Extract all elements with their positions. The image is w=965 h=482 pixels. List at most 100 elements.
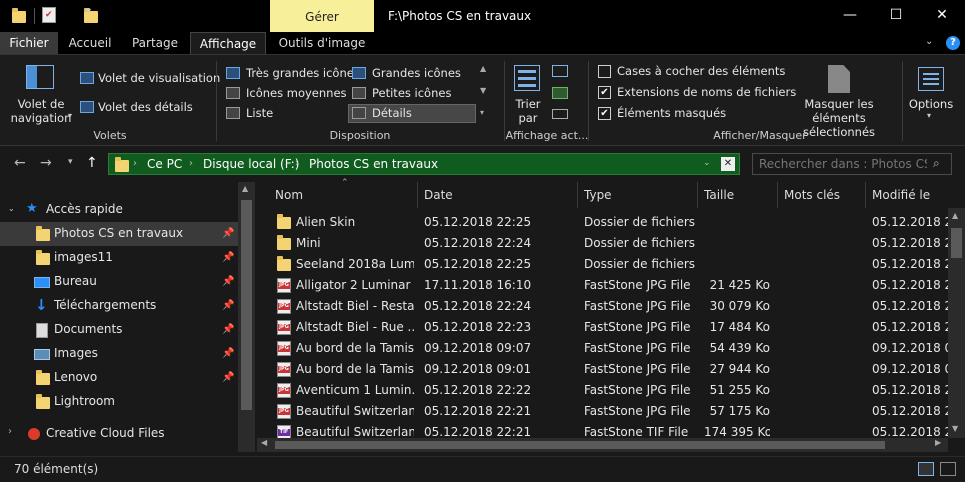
scroll-down-icon[interactable]: ▼ xyxy=(480,86,486,95)
scrollbar-thumb[interactable] xyxy=(241,200,252,410)
large-icons-view-toggle-icon[interactable] xyxy=(940,462,956,476)
breadcrumb-this-pc[interactable]: Ce PC xyxy=(147,157,182,171)
layout-list[interactable]: Liste xyxy=(246,106,273,120)
navigation-pane-button[interactable]: Volet de navigation xyxy=(8,97,74,125)
pin-icon[interactable]: 📌 xyxy=(222,372,234,383)
file-name[interactable]: Altstadt Biel - Rue ... xyxy=(296,320,414,334)
column-divider[interactable] xyxy=(697,182,698,208)
search-input[interactable] xyxy=(759,156,927,172)
table-row[interactable]: Mini 05.12.2018 22:24 Dossier de fichiers 0… xyxy=(257,233,948,254)
scroll-up-icon[interactable]: ▲ xyxy=(242,184,248,193)
column-header-type[interactable]: Type xyxy=(584,182,612,208)
nav-item-photos-cs[interactable]: Photos CS en travaux 📌 xyxy=(0,222,238,246)
column-divider[interactable] xyxy=(577,182,578,208)
tab-home[interactable]: Accueil xyxy=(62,32,118,54)
table-row[interactable]: Altstadt Biel - Rue ... 05.12.2018 22:23 F… xyxy=(257,317,948,338)
tab-share[interactable]: Partage xyxy=(126,32,184,54)
size-columns-icon[interactable] xyxy=(552,109,568,119)
help-icon[interactable]: ? xyxy=(946,36,960,50)
tab-file[interactable]: Fichier xyxy=(0,32,58,54)
recent-locations-icon[interactable]: ▾ xyxy=(68,157,73,167)
add-columns-icon[interactable] xyxy=(552,87,568,99)
file-name[interactable]: Altstadt Biel - Resta... xyxy=(296,299,414,313)
scroll-up-icon[interactable]: ▲ xyxy=(952,211,958,220)
file-name[interactable]: Au bord de la Tamis... xyxy=(296,362,414,376)
minimize-button[interactable]: — xyxy=(827,0,873,32)
layout-medium-icons[interactable]: Icônes moyennes xyxy=(246,86,347,100)
customize-quick-access-icon[interactable]: ▾ xyxy=(86,6,91,22)
file-list-horizontal-scrollbar[interactable]: ◀ ▶ xyxy=(257,438,948,452)
nav-item-lightroom[interactable]: Lightroom xyxy=(0,390,238,414)
file-extensions-checkbox[interactable]: ✔ xyxy=(598,86,611,99)
sort-by-button[interactable]: Trier par xyxy=(508,97,548,125)
scrollbar-thumb[interactable] xyxy=(951,228,962,258)
nav-item-images11[interactable]: images11 📌 xyxy=(0,246,238,270)
table-row[interactable]: Seeland 2018a Lumi... 05.12.2018 22:25 Dos… xyxy=(257,254,948,275)
navigation-pane-scrollbar[interactable]: ▲ xyxy=(238,182,255,452)
layout-large-icons[interactable]: Grandes icônes xyxy=(372,66,461,80)
hidden-items-checkbox[interactable]: ✔ xyxy=(598,107,611,120)
breadcrumb-current-folder[interactable]: Photos CS en travaux xyxy=(309,157,438,171)
layout-extra-large-icons[interactable]: Très grandes icônes xyxy=(246,66,360,80)
file-name[interactable]: Beautiful Switzerlan... xyxy=(296,404,414,418)
chevron-down-icon[interactable]: ⌄ xyxy=(8,204,15,213)
details-view-toggle-icon[interactable] xyxy=(918,462,934,476)
column-header-date[interactable]: Date xyxy=(424,182,453,208)
column-header-modified[interactable]: Modifié le xyxy=(872,182,930,208)
close-button[interactable]: ✕ xyxy=(919,0,965,32)
pin-icon[interactable]: 📌 xyxy=(222,252,234,263)
search-box[interactable]: ⌕ xyxy=(752,153,952,175)
file-list-vertical-scrollbar[interactable]: ▲ ▼ xyxy=(948,208,965,438)
navigation-pane-icon[interactable] xyxy=(26,65,54,89)
nav-creative-cloud[interactable]: › Creative Cloud Files xyxy=(0,422,238,446)
nav-item-lenovo[interactable]: Lenovo 📌 xyxy=(0,366,238,390)
context-tab-manage[interactable]: Gérer xyxy=(270,0,374,34)
file-name[interactable]: Alligator 2 Luminar ... xyxy=(296,278,414,292)
details-pane-button[interactable]: Volet des détails xyxy=(98,100,193,114)
table-row[interactable]: Alligator 2 Luminar ... 17.11.2018 16:10 F… xyxy=(257,275,948,296)
tab-picture-tools[interactable]: Outils d'image xyxy=(274,32,370,54)
up-arrow-icon[interactable]: ↑ xyxy=(86,155,98,171)
file-name[interactable]: Aventicum 1 Lumin... xyxy=(296,383,414,397)
nav-quick-access[interactable]: ⌄ ★ Accès rapide xyxy=(0,198,238,222)
preview-pane-button[interactable]: Volet de visualisation xyxy=(98,71,220,85)
column-header-name[interactable]: Nom xyxy=(275,182,303,208)
nav-item-pictures[interactable]: Images 📌 xyxy=(0,342,238,366)
column-divider[interactable] xyxy=(865,182,866,208)
scrollbar-thumb[interactable] xyxy=(275,441,885,449)
group-by-icon[interactable] xyxy=(552,65,568,77)
pin-icon[interactable]: 📌 xyxy=(222,324,234,335)
layout-details-selected[interactable] xyxy=(348,104,476,123)
table-row[interactable]: Beautiful Switzerlan... 05.12.2018 22:21 F… xyxy=(257,401,948,422)
pin-icon[interactable]: 📌 xyxy=(222,276,234,287)
clear-address-icon[interactable]: ✕ xyxy=(721,157,735,171)
back-arrow-icon[interactable]: ← xyxy=(14,155,26,171)
hidden-items-label[interactable]: Éléments masqués xyxy=(617,106,726,120)
table-row[interactable]: Alien Skin 05.12.2018 22:25 Dossier de fic… xyxy=(257,212,948,233)
column-header-size[interactable]: Taille xyxy=(704,182,734,208)
breadcrumb-separator-icon[interactable]: › xyxy=(133,158,137,169)
address-history-icon[interactable]: ⌄ xyxy=(703,158,711,168)
item-checkboxes-checkbox[interactable] xyxy=(598,65,611,78)
scroll-up-icon[interactable]: ▲ xyxy=(480,64,486,73)
pin-icon[interactable]: 📌 xyxy=(222,348,234,359)
nav-item-downloads[interactable]: ↓ Téléchargements 📌 xyxy=(0,294,238,318)
file-name[interactable]: Mini xyxy=(296,236,414,250)
table-row[interactable]: Aventicum 1 Lumin... 05.12.2018 22:22 Fast… xyxy=(257,380,948,401)
options-button[interactable]: Options xyxy=(908,97,954,111)
breadcrumb-separator-icon[interactable]: › xyxy=(295,158,299,169)
column-divider[interactable] xyxy=(777,182,778,208)
layout-details[interactable]: Détails xyxy=(372,106,412,120)
collapse-ribbon-icon[interactable]: ⌄ xyxy=(925,36,933,47)
nav-item-documents[interactable]: Documents 📌 xyxy=(0,318,238,342)
layout-small-icons[interactable]: Petites icônes xyxy=(372,86,451,100)
scroll-down-icon[interactable]: ▼ xyxy=(952,424,958,433)
tab-view[interactable]: Affichage xyxy=(190,32,266,54)
file-name[interactable]: Beautiful Switzerlan... xyxy=(296,425,414,439)
address-bar[interactable]: › Ce PC › Disque local (F:) › Photos CS … xyxy=(108,153,740,175)
column-divider[interactable] xyxy=(417,182,418,208)
table-row[interactable]: Au bord de la Tamis... 09.12.2018 09:01 Fa… xyxy=(257,359,948,380)
file-name[interactable]: Alien Skin xyxy=(296,215,414,229)
scroll-right-icon[interactable]: ▶ xyxy=(935,438,941,447)
pin-icon[interactable]: 📌 xyxy=(222,300,234,311)
